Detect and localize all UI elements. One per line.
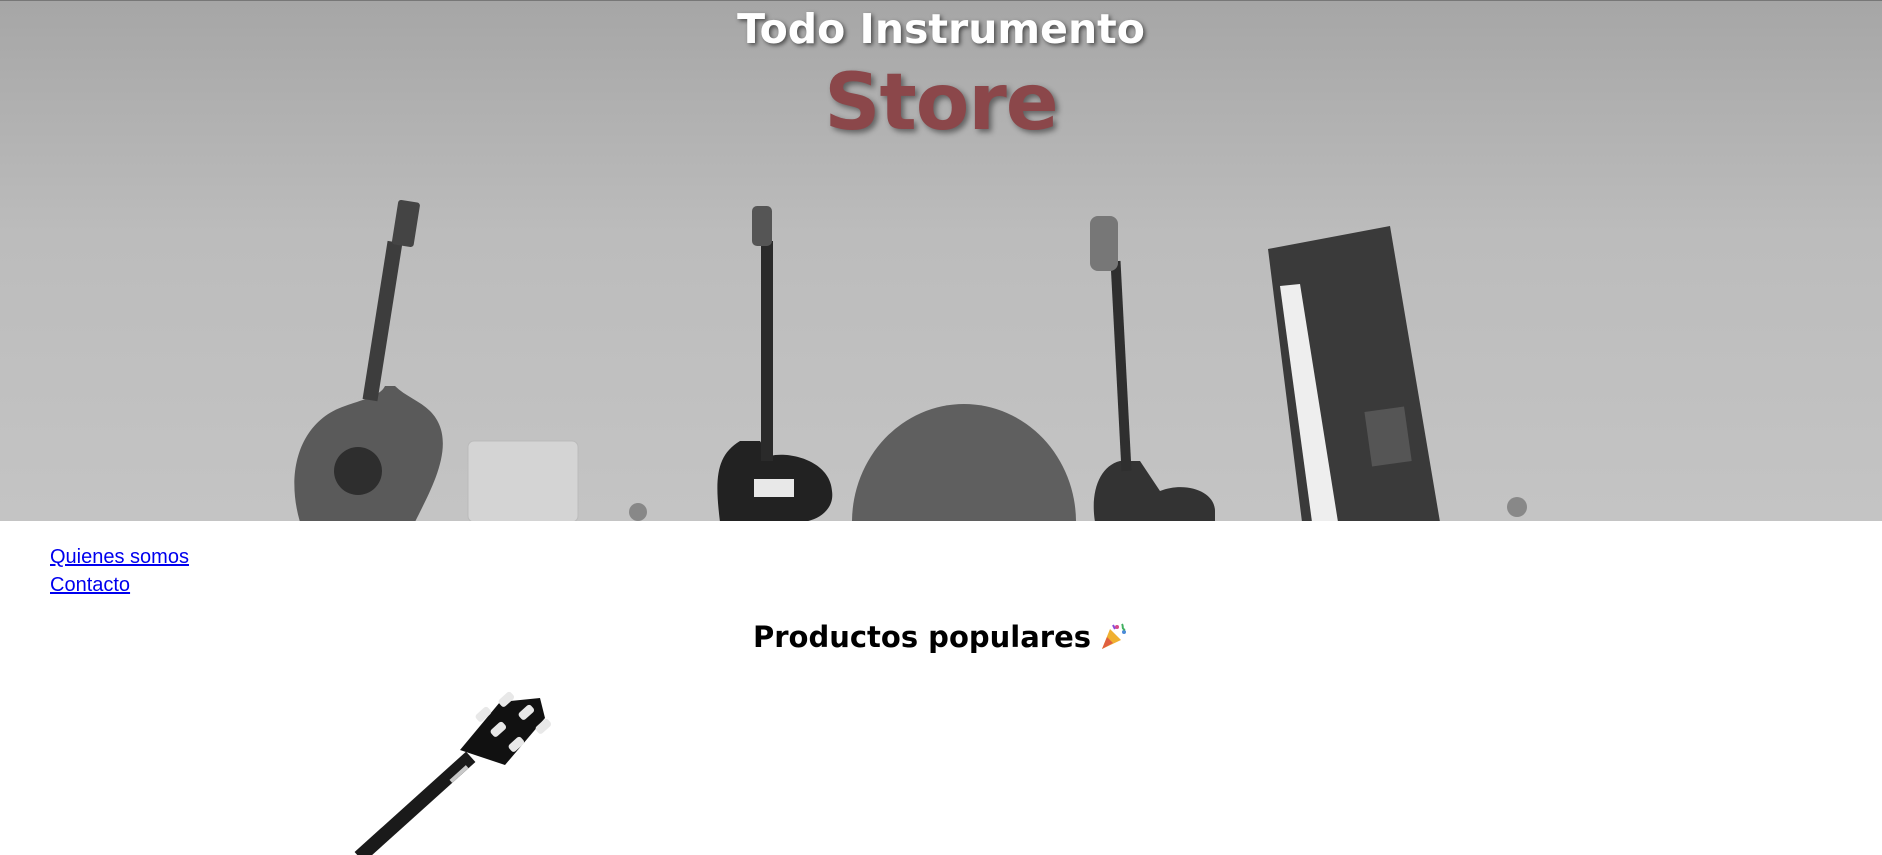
acoustic-guitar-icon	[294, 199, 443, 521]
electric-guitar-icon	[717, 206, 833, 521]
microphone-icon	[1507, 497, 1527, 517]
classical-guitar-icon[interactable]	[340, 690, 560, 855]
popular-products-label: Productos populares	[752, 620, 1092, 654]
hero-banner: Todo Instrumento Store	[0, 0, 1882, 521]
popular-products-heading: Productos populares	[0, 620, 1882, 654]
nav-link-quienes-somos[interactable]: Quienes somos	[50, 543, 189, 571]
keyboard-icon	[1268, 226, 1440, 521]
site-subtitle: Store	[824, 58, 1058, 148]
bass-guitar-icon	[1090, 216, 1215, 521]
microphone-icon	[629, 503, 647, 521]
site-title: Todo Instrumento	[737, 5, 1145, 53]
nav-link-contacto[interactable]: Contacto	[50, 571, 189, 599]
cymbal-icon	[852, 404, 1076, 521]
main-nav: Quienes somos Contacto	[50, 543, 189, 599]
party-popper-icon	[1102, 623, 1127, 649]
laptop-icon	[467, 440, 579, 521]
